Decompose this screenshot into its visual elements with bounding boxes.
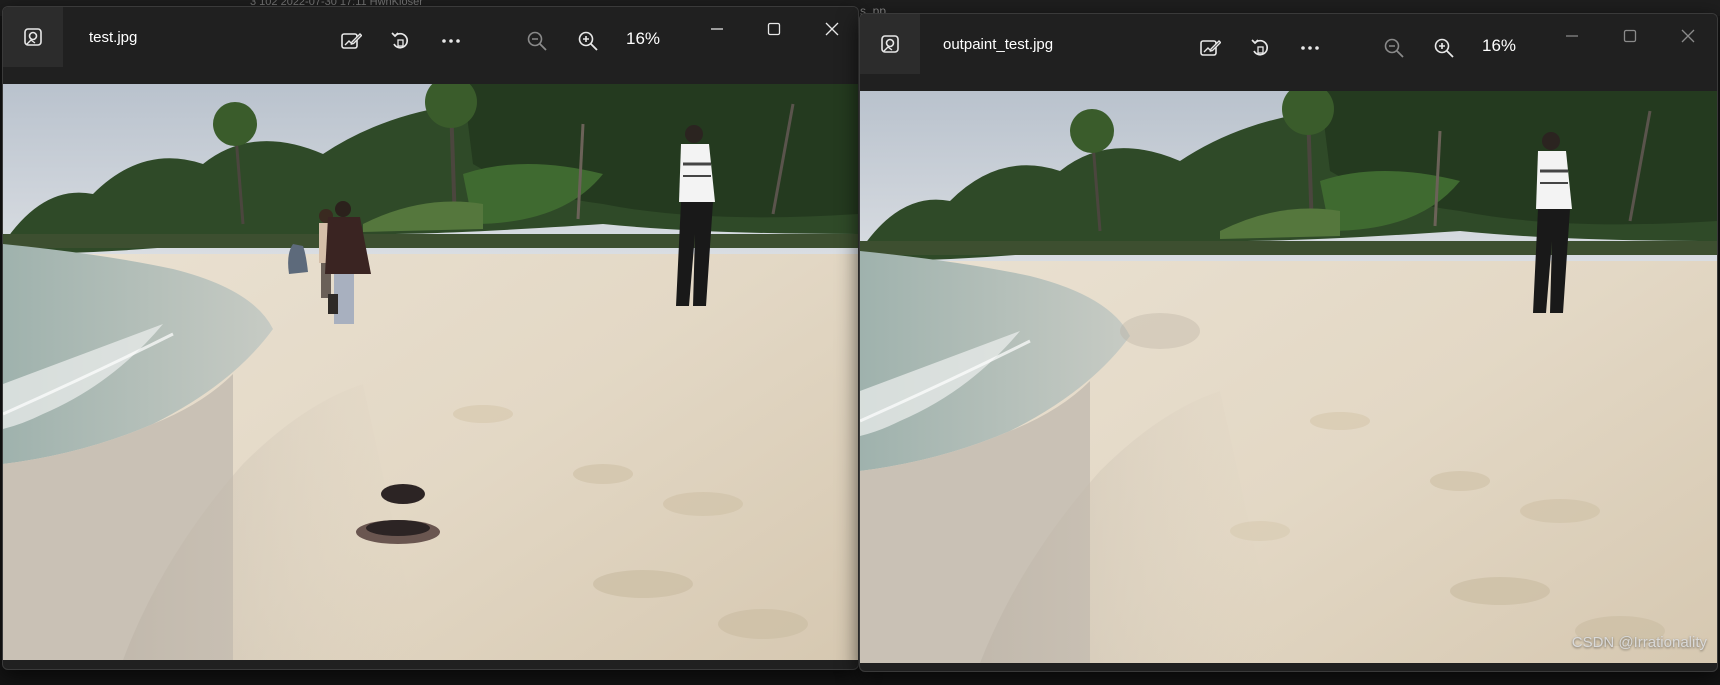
- photo-viewer-window-outpaint-test: outpaint_test.jpg 16% CSDN @Irrationalit…: [859, 13, 1718, 672]
- edit-image-button[interactable]: [1194, 32, 1226, 64]
- zoom-out-icon: [527, 31, 547, 51]
- title-bar: outpaint_test.jpg 16%: [860, 14, 1717, 91]
- rotate-icon: [1251, 39, 1269, 56]
- photo-viewer-window-test: test.jpg 16%: [2, 6, 859, 670]
- close-icon: [825, 22, 839, 36]
- edit-image-button[interactable]: [335, 25, 367, 57]
- maximize-icon: [767, 22, 781, 36]
- zoom-level[interactable]: 16%: [626, 29, 660, 49]
- window-title: test.jpg: [89, 29, 138, 46]
- beach-photo-outpainted: [860, 91, 1717, 663]
- more-options-button[interactable]: [1294, 32, 1326, 64]
- zoom-out-button[interactable]: [1378, 32, 1410, 64]
- zoom-in-icon: [1434, 38, 1454, 58]
- zoom-out-icon: [1384, 38, 1404, 58]
- maximize-icon: [1623, 29, 1637, 43]
- close-button[interactable]: [808, 7, 856, 51]
- photos-app-icon[interactable]: [860, 14, 920, 74]
- beach-photo: [3, 84, 858, 660]
- close-button[interactable]: [1664, 14, 1712, 58]
- image-viewport[interactable]: CSDN @Irrationality: [860, 91, 1717, 663]
- image-viewport[interactable]: [3, 84, 858, 660]
- title-bar: test.jpg 16%: [3, 7, 858, 84]
- window-title: outpaint_test.jpg: [943, 36, 1054, 53]
- zoom-level[interactable]: 16%: [1482, 36, 1516, 56]
- close-icon: [1681, 29, 1695, 43]
- csdn-watermark: CSDN @Irrationality: [1571, 634, 1707, 651]
- minimize-button[interactable]: [1548, 14, 1596, 58]
- minimize-icon: [1566, 35, 1578, 37]
- more-options-icon: [442, 39, 460, 43]
- maximize-button[interactable]: [750, 7, 798, 51]
- zoom-in-button[interactable]: [572, 25, 604, 57]
- edit-image-icon: [341, 33, 362, 49]
- background-bottom: [0, 670, 1720, 685]
- edit-image-icon: [1200, 40, 1221, 56]
- zoom-in-button[interactable]: [1428, 32, 1460, 64]
- more-options-button[interactable]: [435, 25, 467, 57]
- rotate-button[interactable]: [1244, 32, 1276, 64]
- minimize-icon: [711, 28, 723, 30]
- more-options-icon: [1301, 46, 1319, 50]
- rotate-icon: [391, 32, 409, 49]
- rotate-button[interactable]: [384, 25, 416, 57]
- zoom-in-icon: [578, 31, 598, 51]
- photos-app-icon[interactable]: [3, 7, 63, 67]
- minimize-button[interactable]: [693, 7, 741, 51]
- zoom-out-button[interactable]: [521, 25, 553, 57]
- maximize-button[interactable]: [1606, 14, 1654, 58]
